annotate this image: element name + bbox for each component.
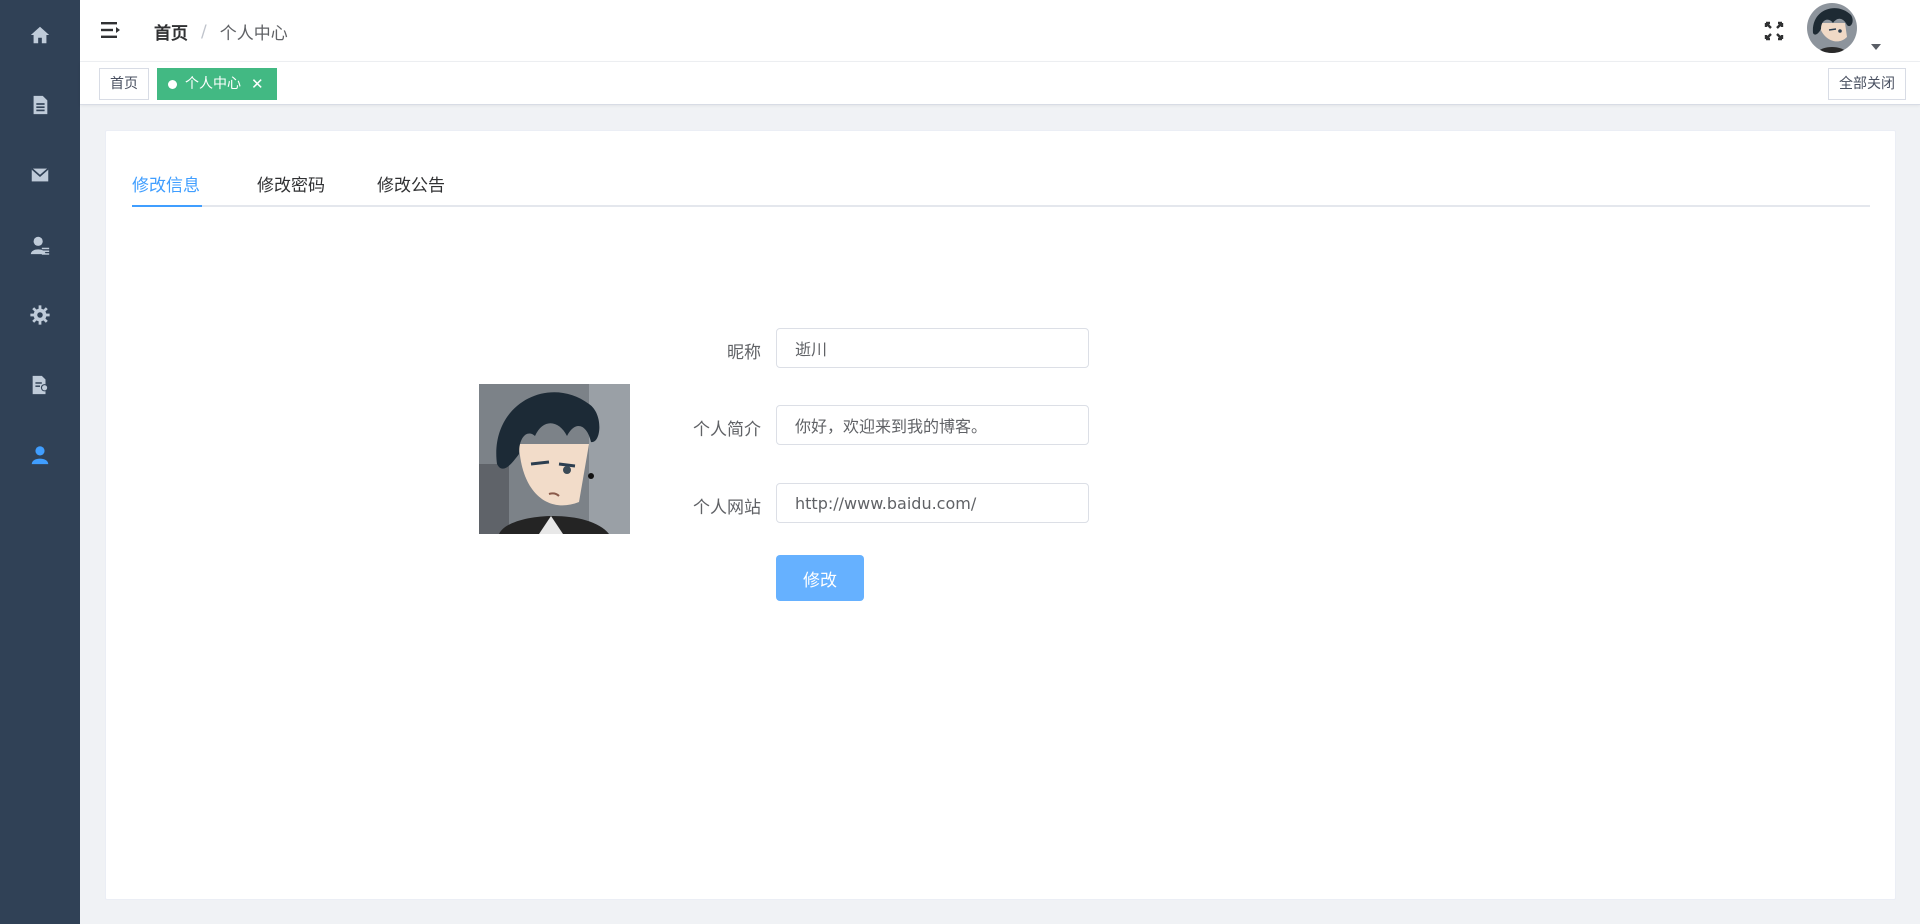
report-icon	[32, 375, 49, 395]
gear-icon	[30, 305, 50, 325]
fullscreen-icon[interactable]	[1763, 20, 1785, 42]
submit-button[interactable]: 修改	[776, 555, 864, 601]
nickname-label: 昵称	[727, 343, 761, 363]
bio-label: 个人简介	[693, 420, 761, 440]
home-icon	[30, 26, 50, 44]
sidebar-item-users[interactable]	[0, 210, 80, 280]
user-manage-icon	[30, 236, 50, 255]
tab-edit-info[interactable]: 修改信息	[132, 171, 200, 196]
avatar-image	[1807, 3, 1857, 53]
sidebar-item-home[interactable]	[0, 0, 80, 70]
breadcrumb: 首页 / 个人中心	[154, 19, 288, 45]
document-icon	[33, 95, 48, 115]
mail-icon	[31, 167, 49, 182]
sidebar-item-settings[interactable]	[0, 280, 80, 350]
tab-edit-password[interactable]: 修改密码	[257, 171, 325, 196]
chevron-down-icon[interactable]	[1871, 44, 1881, 50]
tag-profile-active[interactable]: 个人中心 ✕	[157, 68, 277, 100]
sidebar-item-profile[interactable]	[0, 420, 80, 490]
sidebar-item-articles[interactable]	[0, 70, 80, 140]
website-input[interactable]	[776, 483, 1089, 523]
sidebar-item-reports[interactable]	[0, 350, 80, 420]
profile-photo	[479, 384, 630, 534]
website-label: 个人网站	[693, 498, 761, 518]
sidebar	[0, 0, 80, 924]
avatar-upload[interactable]	[479, 384, 630, 534]
tag-home[interactable]: 首页	[99, 68, 149, 100]
tab-edit-notice[interactable]: 修改公告	[377, 171, 445, 196]
user-avatar[interactable]	[1807, 3, 1857, 53]
breadcrumb-separator: /	[201, 21, 207, 42]
tags-view: 首页 个人中心 ✕ 全部关闭	[80, 62, 1920, 105]
tabs: 修改信息 修改密码 修改公告	[132, 157, 1870, 207]
bio-input[interactable]	[776, 405, 1089, 445]
breadcrumb-current: 个人中心	[219, 24, 288, 44]
user-icon	[31, 446, 49, 465]
close-all-button[interactable]: 全部关闭	[1828, 68, 1906, 100]
hamburger-icon[interactable]	[100, 19, 122, 41]
close-icon[interactable]: ✕	[251, 69, 264, 99]
nickname-input[interactable]	[776, 328, 1089, 368]
top-navbar: 首页 / 个人中心	[80, 0, 1920, 62]
sidebar-item-messages[interactable]	[0, 140, 80, 210]
breadcrumb-home[interactable]: 首页	[154, 19, 188, 44]
tab-active-indicator	[132, 205, 202, 207]
active-dot-icon	[168, 79, 177, 89]
tag-profile-label: 个人中心	[185, 76, 241, 92]
profile-card: 修改信息 修改密码 修改公告 昵称 个人简介 个人网站 修改	[105, 130, 1896, 900]
